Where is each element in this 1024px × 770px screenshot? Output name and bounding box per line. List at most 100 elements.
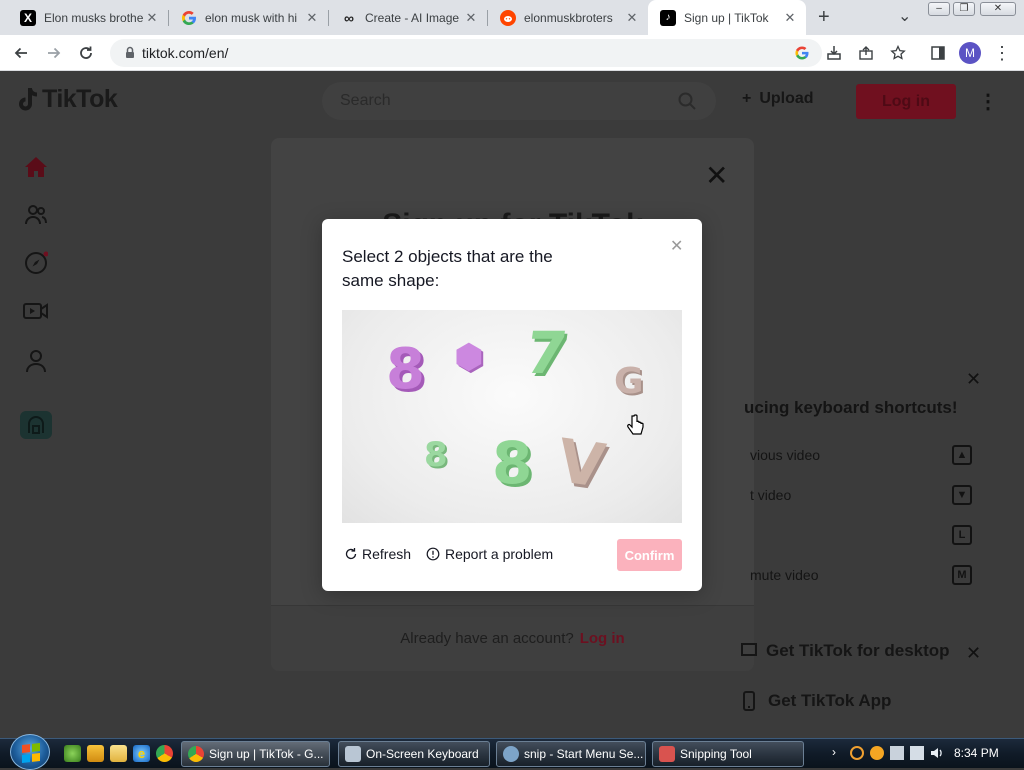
folder-icon[interactable] xyxy=(110,745,127,762)
tray-app-icon[interactable] xyxy=(870,746,884,760)
plus-icon: + xyxy=(742,90,752,107)
tab-sign-up-tiktok[interactable]: ♪ Sign up | TikTok ✕ xyxy=(648,0,806,35)
more-options-icon[interactable]: ⋮ xyxy=(978,89,998,114)
tray-flag-icon[interactable] xyxy=(890,746,904,760)
close-promo-icon[interactable]: ✕ xyxy=(966,643,981,664)
hand-cursor-icon xyxy=(627,414,644,435)
shortcut-label: vious video xyxy=(750,447,821,463)
shortcuts-panel: vious video ▲ t video ▼ L mute video M xyxy=(720,361,1020,621)
close-tab-icon[interactable]: ✕ xyxy=(304,10,320,26)
quicklaunch-green-icon[interactable] xyxy=(64,745,81,762)
close-tab-icon[interactable]: ✕ xyxy=(463,10,479,26)
scissors-icon xyxy=(659,746,675,762)
browser-toolbar: tiktok.com/en/ M ⋮ xyxy=(0,35,1024,71)
close-tab-icon[interactable]: ✕ xyxy=(144,10,160,26)
captcha-object[interactable]: ⬢ xyxy=(454,340,484,374)
search-icon[interactable] xyxy=(678,92,696,110)
desktop-icon xyxy=(741,643,757,656)
taskbar-start-menu-search[interactable]: snip - Start Menu Se... xyxy=(496,741,646,767)
network-icon[interactable] xyxy=(910,746,924,760)
live-video-icon[interactable] xyxy=(22,297,50,325)
tiktok-logo[interactable]: TikTok xyxy=(16,85,118,114)
close-tab-icon[interactable]: ✕ xyxy=(624,10,640,26)
get-tiktok-app-promo[interactable]: Get TikTok App xyxy=(740,691,891,711)
infinity-icon: ∞ xyxy=(344,9,354,26)
tray-search-icon[interactable] xyxy=(850,746,864,760)
explore-compass-icon[interactable] xyxy=(22,249,50,277)
browser-tab-strip: X Elon musks brothe ✕ elon musk with hi … xyxy=(0,0,1024,35)
shortcut-key: ▲ xyxy=(952,445,972,465)
close-icon[interactable]: ✕ xyxy=(705,162,728,190)
profile-avatar[interactable]: M xyxy=(958,41,982,65)
shortcut-key: L xyxy=(952,525,972,545)
tab-create-ai-image[interactable]: ∞ Create - AI Image ✕ xyxy=(329,0,487,35)
lock-icon xyxy=(126,46,134,58)
tab-elon-musks-brother[interactable]: X Elon musks brothe ✕ xyxy=(8,0,168,35)
captcha-object[interactable]: 7 xyxy=(521,319,571,387)
close-window-button[interactable]: ✕ xyxy=(980,2,1016,16)
confirm-button[interactable]: Confirm xyxy=(617,539,682,571)
captcha-object[interactable]: 8 xyxy=(492,434,532,492)
google-icon xyxy=(181,10,197,26)
forward-arrow-icon[interactable] xyxy=(42,41,66,65)
tab-elon-musk-with[interactable]: elon musk with hi ✕ xyxy=(169,0,328,35)
tiktok-note-icon xyxy=(19,87,38,110)
taskbar-chrome-window[interactable]: Sign up | TikTok - G... xyxy=(181,741,330,767)
captcha-instruction: Select 2 objects that are the same shape… xyxy=(342,247,553,290)
taskbar-onscreen-keyboard[interactable]: On-Screen Keyboard xyxy=(338,741,490,767)
windows-logo-icon xyxy=(22,743,40,763)
back-arrow-icon[interactable] xyxy=(9,41,33,65)
captcha-image[interactable]: 8 ⬢ 7 G 8 8 V xyxy=(342,310,682,523)
get-tiktok-desktop-promo[interactable]: Get TikTok for desktop xyxy=(740,641,950,661)
following-icon[interactable] xyxy=(22,201,50,229)
profile-icon[interactable] xyxy=(22,347,50,375)
chrome-icon[interactable] xyxy=(156,745,173,762)
address-bar[interactable]: tiktok.com/en/ xyxy=(110,39,822,67)
minimize-button[interactable]: ‒ xyxy=(928,2,950,16)
show-hidden-icons-arrow[interactable]: › xyxy=(832,745,836,759)
quicklaunch-media-icon[interactable] xyxy=(87,745,104,762)
mobile-phone-icon xyxy=(743,691,755,711)
shortcut-label: t video xyxy=(750,487,792,503)
captcha-object[interactable]: 8 xyxy=(386,342,425,398)
search-input[interactable]: Search xyxy=(322,82,716,120)
home-icon[interactable] xyxy=(22,153,50,181)
captcha-dialog: Select 2 objects that are the same shape… xyxy=(322,219,702,591)
tab-search-button[interactable]: ⌄ xyxy=(898,6,911,26)
refresh-button[interactable]: Refresh xyxy=(344,546,411,562)
keyboard-icon xyxy=(345,746,361,762)
report-problem-button[interactable]: Report a problem xyxy=(426,546,553,562)
shortcut-label: mute video xyxy=(750,567,819,583)
reload-icon[interactable] xyxy=(74,41,98,65)
restore-button[interactable]: ❐ xyxy=(953,2,975,16)
reddit-icon xyxy=(500,9,516,26)
tiktok-icon: ♪ xyxy=(660,9,676,26)
volume-icon[interactable] xyxy=(930,746,944,760)
side-panel-icon[interactable] xyxy=(926,41,950,65)
creator-tools-icon[interactable] xyxy=(20,411,52,439)
header-login-button[interactable]: Log in xyxy=(856,84,956,119)
captcha-close-icon[interactable]: ✕ xyxy=(670,236,683,256)
shortcut-key: ▼ xyxy=(952,485,972,505)
tab-elonmuskbroters[interactable]: elonmuskbroters ✕ xyxy=(488,0,648,35)
new-tab-button[interactable]: + xyxy=(818,6,830,29)
captcha-object[interactable]: G xyxy=(614,364,644,400)
internet-explorer-icon[interactable]: e xyxy=(133,745,150,762)
system-clock[interactable]: 8:34 PM xyxy=(954,746,999,760)
captcha-object[interactable]: 8 xyxy=(424,438,448,472)
install-app-icon[interactable] xyxy=(822,41,846,65)
chrome-menu-icon[interactable]: ⋮ xyxy=(990,41,1014,65)
footer-login-link[interactable]: Log in xyxy=(580,630,625,647)
upload-button[interactable]: + Upload xyxy=(742,90,814,108)
share-icon[interactable] xyxy=(854,41,878,65)
close-tab-icon[interactable]: ✕ xyxy=(782,10,798,26)
google-lens-icon[interactable] xyxy=(790,41,814,65)
taskbar-snipping-tool[interactable]: Snipping Tool xyxy=(652,741,804,767)
captcha-object[interactable]: V xyxy=(553,426,609,502)
start-button[interactable] xyxy=(10,734,50,770)
signup-footer: Already have an account? Log in xyxy=(271,605,754,671)
chrome-icon xyxy=(188,746,204,762)
bookmark-star-icon[interactable] xyxy=(886,41,910,65)
refresh-icon xyxy=(345,548,357,560)
search-magnifier-icon xyxy=(503,746,519,762)
